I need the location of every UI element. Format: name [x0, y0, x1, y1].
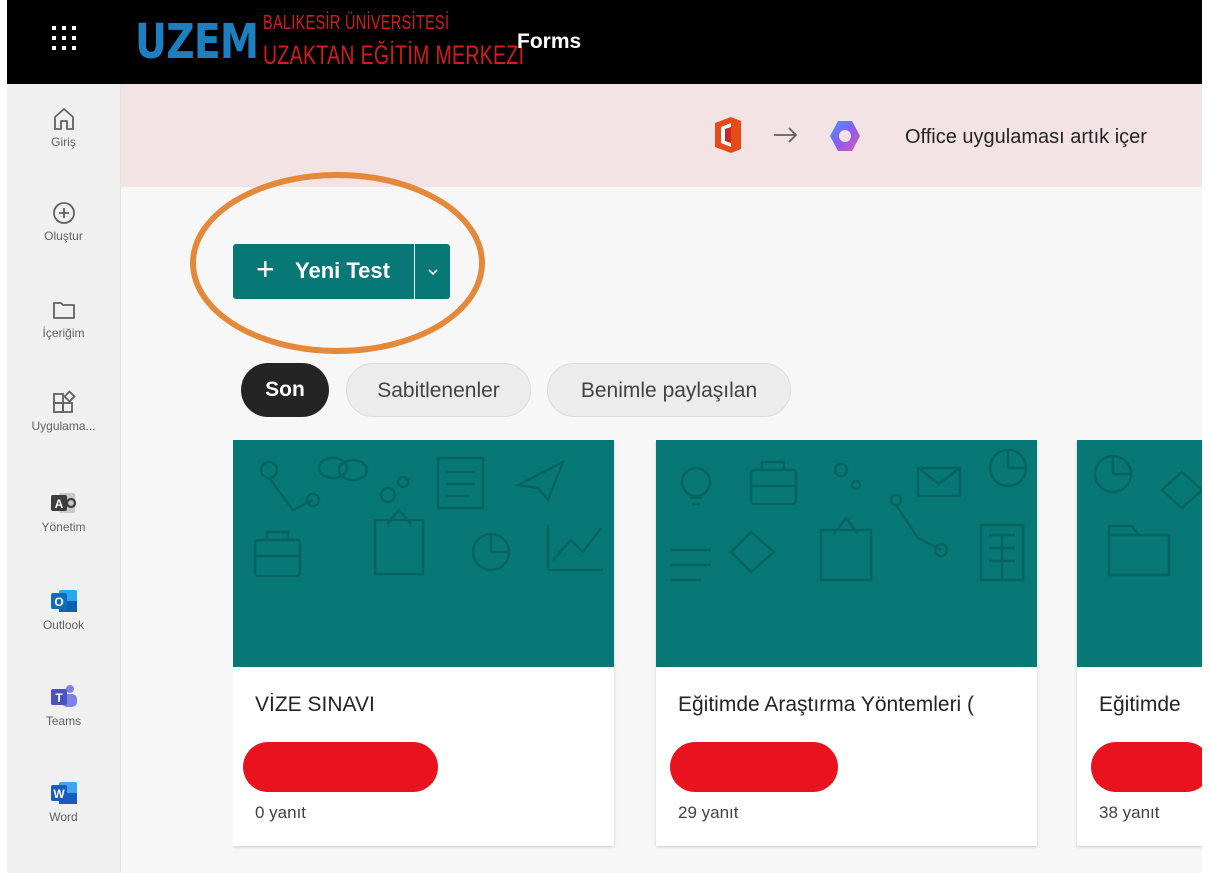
form-card[interactable]: Eğitimde Araştırma Yöntemleri ( 29 yanıt	[656, 440, 1037, 846]
folder-icon	[52, 302, 75, 319]
card-response-count: 38 yanıt	[1099, 803, 1160, 822]
filter-recent[interactable]: Son	[241, 363, 329, 417]
plus-circle-icon	[52, 202, 75, 224]
rail-label-apps: Uygulama...	[31, 419, 96, 433]
waffle-icon[interactable]	[52, 26, 76, 50]
rail-label-teams: Teams	[45, 714, 82, 728]
card-cover-image	[656, 440, 1037, 667]
rail-label-create: Oluştur	[44, 229, 83, 243]
rail-item-my-content[interactable]: İçeriğim	[7, 297, 120, 340]
banner-message: Office uygulaması artık içer	[905, 126, 1147, 148]
highlight-annotation	[190, 172, 485, 354]
admin-icon: A	[50, 493, 76, 513]
forms-grid: VİZE SINAVI 0 yanıt Eğitimde Araştırma Y…	[233, 440, 1202, 850]
uzem-logo[interactable]: UZEM BALIKESİR ÜNİVERSİTESİ UZAKTAN EĞİT…	[135, 4, 524, 80]
office-icon	[715, 117, 741, 153]
rail-label-admin: Yönetim	[41, 520, 86, 534]
arrow-right-icon	[774, 127, 798, 143]
pattern-icon	[1093, 454, 1202, 577]
rail-label-word: Word	[49, 810, 78, 824]
redaction-mark	[1091, 742, 1202, 792]
outlook-icon: O	[50, 590, 77, 612]
office-banner: Office uygulaması artık içer	[121, 84, 1202, 187]
home-icon	[53, 108, 74, 130]
logo-university-name: BALIKESİR ÜNİVERSİTESİ	[263, 12, 450, 34]
card-title: Eğitimde Araştırma Yöntemleri (	[678, 693, 975, 716]
svg-text:A: A	[54, 497, 63, 511]
rail-item-create[interactable]: Oluştur	[7, 200, 120, 243]
apps-icon	[52, 390, 76, 413]
svg-text:W: W	[53, 787, 65, 801]
form-card[interactable]: VİZE SINAVI 0 yanıt	[233, 440, 614, 846]
app-name[interactable]: Forms	[517, 30, 581, 54]
copilot-icon	[830, 121, 860, 151]
rail-item-apps[interactable]: Uygulama...	[7, 390, 120, 433]
rail-item-outlook[interactable]: O Outlook	[7, 587, 120, 632]
rail-item-word[interactable]: W Word	[7, 779, 120, 824]
rail-label-outlook: Outlook	[42, 618, 85, 632]
filter-pinned[interactable]: Sabitlenenler	[346, 363, 531, 417]
card-title: Eğitimde	[1099, 693, 1181, 716]
top-bar: UZEM BALIKESİR ÜNİVERSİTESİ UZAKTAN EĞİT…	[7, 0, 1202, 84]
redaction-mark	[243, 742, 438, 792]
svg-text:T: T	[55, 691, 63, 705]
card-response-count: 29 yanıt	[678, 803, 739, 822]
teams-icon: T	[50, 685, 77, 707]
rail-item-home[interactable]: Giriş	[7, 106, 120, 149]
rail-label-my-content: İçeriğim	[42, 326, 85, 340]
word-icon: W	[50, 782, 77, 804]
redaction-mark	[670, 742, 838, 792]
rail-item-admin[interactable]: A Yönetim	[7, 489, 120, 534]
pattern-icon	[670, 448, 1028, 582]
right-edge	[1202, 0, 1210, 873]
card-cover-image	[233, 440, 614, 667]
logo-mark: UZEM	[135, 14, 259, 70]
rail-label-home: Giriş	[51, 135, 76, 149]
form-card[interactable]: Eğitimde 38 yanıt	[1077, 440, 1202, 846]
logo-center-name: UZAKTAN EĞİTİM MERKEZİ	[263, 40, 525, 70]
pattern-icon	[253, 456, 603, 578]
svg-text:O: O	[54, 595, 63, 609]
card-response-count: 0 yanıt	[255, 803, 307, 822]
card-cover-image	[1077, 440, 1202, 667]
left-edge	[0, 0, 7, 873]
app-rail: Giriş Oluştur İçeriğim Uygulama... A Yön…	[7, 84, 121, 873]
filter-shared-with-me[interactable]: Benimle paylaşılan	[547, 363, 791, 417]
card-title: VİZE SINAVI	[255, 693, 375, 716]
rail-item-teams[interactable]: T Teams	[7, 683, 120, 728]
